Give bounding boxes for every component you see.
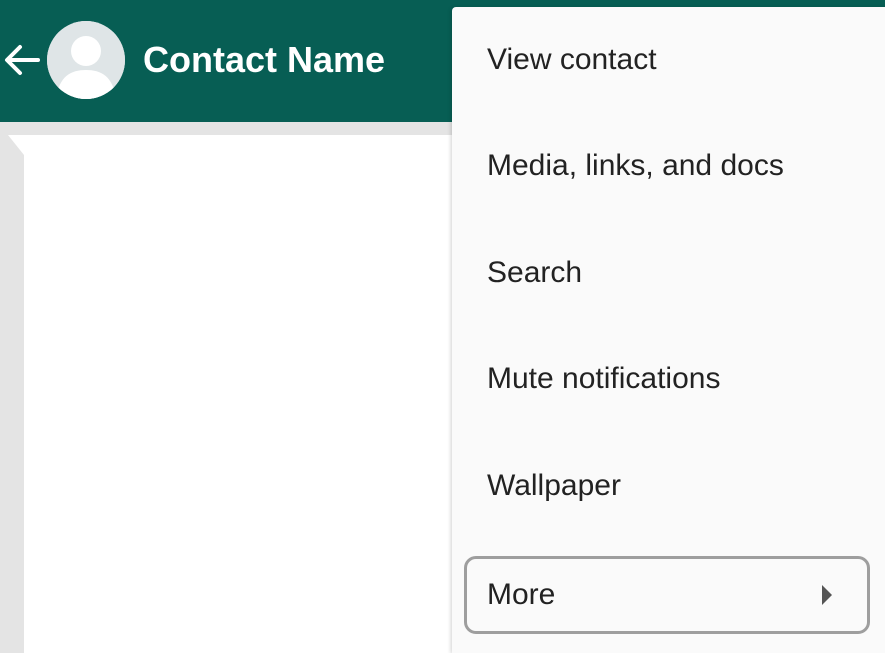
overflow-menu: View contact Media, links, and docs Sear… xyxy=(452,7,885,653)
menu-item-label: Mute notifications xyxy=(487,362,721,395)
menu-item-media-links-docs[interactable]: Media, links, and docs xyxy=(452,113,885,219)
chat-bubble xyxy=(24,135,464,653)
chat-screen: Contact Name View contact Media, links, … xyxy=(0,0,885,653)
chevron-right-icon xyxy=(822,585,832,605)
menu-item-wallpaper[interactable]: Wallpaper xyxy=(452,433,885,539)
menu-item-view-contact[interactable]: View contact xyxy=(452,7,885,113)
menu-item-mute-notifications[interactable]: Mute notifications xyxy=(452,326,885,432)
menu-item-search[interactable]: Search xyxy=(452,220,885,326)
menu-item-label: Media, links, and docs xyxy=(487,149,784,182)
contact-name[interactable]: Contact Name xyxy=(143,38,385,82)
menu-item-label: View contact xyxy=(487,43,657,76)
menu-item-label: More xyxy=(487,578,556,611)
arrow-left-icon[interactable] xyxy=(2,40,42,80)
menu-item-label: Wallpaper xyxy=(487,469,621,502)
menu-item-label: Search xyxy=(487,256,583,289)
chat-bubble-tail xyxy=(8,135,24,155)
menu-item-more[interactable]: More xyxy=(464,556,870,634)
default-avatar-icon[interactable] xyxy=(47,21,125,99)
